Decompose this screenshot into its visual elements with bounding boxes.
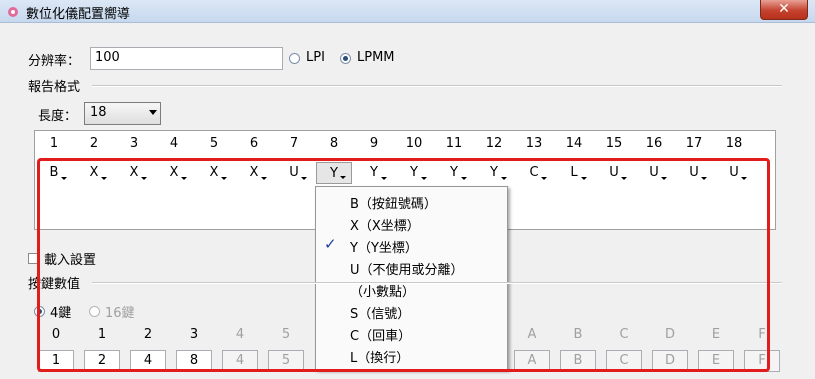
report-format-label: 報告格式 bbox=[28, 80, 81, 95]
column-header: 1 bbox=[49, 136, 59, 151]
column-header: 2 bbox=[89, 136, 99, 151]
lpmm-label: LPMM bbox=[357, 50, 395, 65]
column-header: 6 bbox=[249, 136, 259, 151]
column-header: 9 bbox=[369, 136, 379, 151]
resolution-label: 分辨率： bbox=[28, 54, 81, 69]
lpi-radio[interactable] bbox=[289, 53, 300, 64]
resolution-input[interactable]: 100 bbox=[90, 47, 283, 70]
column-header: 4 bbox=[169, 136, 179, 151]
lpi-label: LPI bbox=[306, 50, 325, 65]
length-label: 長度： bbox=[38, 109, 78, 124]
lpmm-radio[interactable] bbox=[340, 53, 351, 64]
column-header: 11 bbox=[445, 136, 463, 151]
digitizer-app-icon bbox=[8, 7, 18, 17]
column-header: 17 bbox=[685, 136, 703, 151]
column-header: 18 bbox=[725, 136, 743, 151]
resolution-value: 100 bbox=[95, 50, 120, 65]
column-header: 16 bbox=[645, 136, 663, 151]
column-header: 15 bbox=[605, 136, 623, 151]
column-header: 13 bbox=[525, 136, 543, 151]
column-header: 14 bbox=[565, 136, 583, 151]
window-title: 數位化儀配置嚮導 bbox=[26, 7, 131, 22]
column-header: 12 bbox=[485, 136, 503, 151]
close-button[interactable]: ✕ bbox=[760, 0, 808, 20]
length-value: 18 bbox=[90, 105, 107, 120]
column-header: 10 bbox=[405, 136, 423, 151]
length-select[interactable]: 18 bbox=[84, 102, 161, 125]
title-bar: 數位化儀配置嚮導 ✕ bbox=[0, 0, 815, 23]
column-header: 3 bbox=[129, 136, 139, 151]
highlight-frame bbox=[37, 158, 770, 372]
report-format-divider bbox=[92, 85, 782, 87]
column-header: 8 bbox=[329, 136, 339, 151]
chevron-down-icon bbox=[149, 110, 157, 115]
column-header: 7 bbox=[289, 136, 299, 151]
column-header: 5 bbox=[209, 136, 219, 151]
